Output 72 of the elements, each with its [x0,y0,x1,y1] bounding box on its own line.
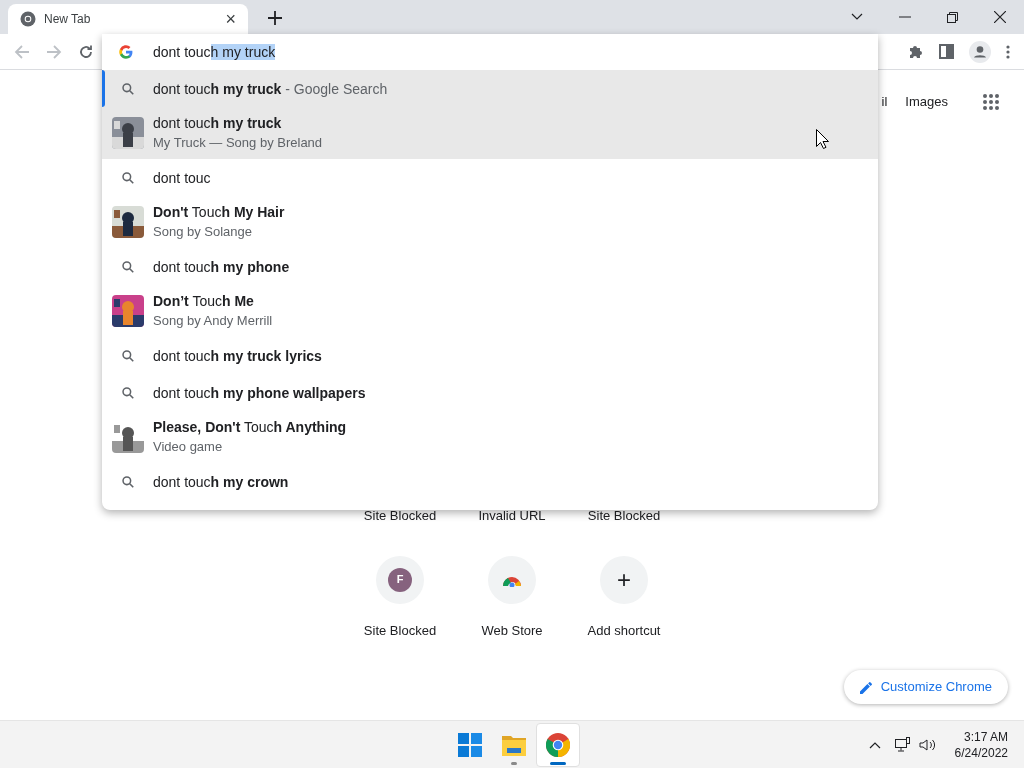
volume-icon[interactable] [918,737,937,752]
suggestion-item[interactable]: dont touch my truck lyrics [102,337,878,374]
suggestion-item[interactable]: dont touch my truck - Google Search [102,70,878,107]
search-icon [120,385,135,400]
folder-icon [502,734,526,756]
suggestion-item[interactable]: Don’t Touch Me Song by Andy Merrill [102,285,878,337]
tab-close-button[interactable]: × [225,10,236,28]
suggestion-item[interactable]: dont touc [102,159,878,196]
shortcut-tile[interactable] [488,555,536,604]
shortcut-label[interactable]: Web Store [481,620,543,640]
shortcut-label[interactable]: Invalid URL [478,506,546,526]
shortcut-tile[interactable]: + [600,555,648,604]
network-icon[interactable] [894,736,911,753]
clock[interactable]: 3:17 AM 6/24/2022 [954,728,1008,761]
clock-date: 6/24/2022 [954,744,1008,761]
shortcut-label[interactable]: Site Blocked [363,620,437,640]
profile-avatar-icon[interactable] [969,40,991,63]
search-icon [120,259,135,274]
header-link[interactable]: Images [905,92,948,112]
selection-bar [102,70,105,107]
address-field[interactable]: dont touch my truck [102,34,878,70]
suggestion-subtitle: Video game [153,438,224,456]
menu-icon[interactable] [1006,44,1010,59]
chevron-down-icon[interactable] [851,13,863,21]
search-icon [120,81,135,96]
new-tab-icon[interactable] [268,11,282,25]
header-link[interactable]: il [881,92,888,112]
suggestion-subtitle: Song by Andy Merrill [153,312,273,330]
taskbar-app-button[interactable] [536,723,580,767]
side-panel-icon[interactable] [939,44,954,59]
shortcut-label[interactable]: Site Blocked [587,506,661,526]
search-icon [120,474,135,489]
suggestion-item[interactable]: dont touch my phone [102,248,878,285]
search-icon [120,170,135,185]
suggestion-item[interactable]: dont touch my phone wallpapers [102,374,878,411]
suggestion-text: dont touc [153,168,211,188]
clock-time: 3:17 AM [963,728,1008,745]
reload-icon[interactable] [78,43,94,60]
puzzle-piece-icon[interactable] [908,43,924,60]
google-logo-icon [119,45,133,59]
suggestion-item[interactable]: Please, Don't Touch Anything Video game [102,411,878,463]
close-icon[interactable] [994,11,1006,23]
browser-tab[interactable]: New Tab × [8,4,248,34]
suggestion-text: Don’t Touch Me [153,292,255,311]
tab-title: New Tab [44,11,92,28]
customize-chrome-button[interactable]: Customize Chrome [843,670,1008,704]
suggestion-text: dont touch my crown [153,472,289,492]
address-text: dont touch my truck [153,42,276,62]
suggestion-subtitle: Song by Solange [153,223,254,241]
add-icon: + [617,567,631,592]
shortcut-label[interactable]: Site Blocked [363,506,437,526]
suggestion-text: Please, Don't Touch Anything [153,418,347,437]
suggestion-text: dont touch my truck lyrics [153,346,322,366]
suggestion-item[interactable]: dont touch my truck My Truck — Song by Breland [102,107,878,159]
windows-logo-icon [458,733,482,757]
chevron-up-icon[interactable] [868,740,881,749]
shortcut-label[interactable]: Add shortcut [587,620,661,640]
suggestion-text: dont touch my phone wallpapers [153,383,366,403]
shortcut-tile[interactable]: F [376,555,424,604]
search-icon [120,348,135,363]
suggestion-text: dont touch my truck [153,114,283,133]
apps-grid-icon[interactable] [982,93,1000,111]
suggestion-subtitle: My Truck — Song by Breland [153,134,323,152]
restore-icon[interactable] [947,11,958,23]
suggestion-item[interactable]: Don't Touch My Hair Song by Solange [102,196,878,248]
mouse-cursor-icon [816,129,829,149]
site-letter-icon: F [388,567,412,592]
suggestion-text: Don't Touch My Hair [153,203,285,222]
pencil-icon [859,680,873,694]
suggestion-text: dont touch my truck - Google Search [153,79,388,99]
suggestion-text: dont touch my phone [153,257,290,277]
suggestion-item[interactable]: dont touch my crown [102,463,878,500]
